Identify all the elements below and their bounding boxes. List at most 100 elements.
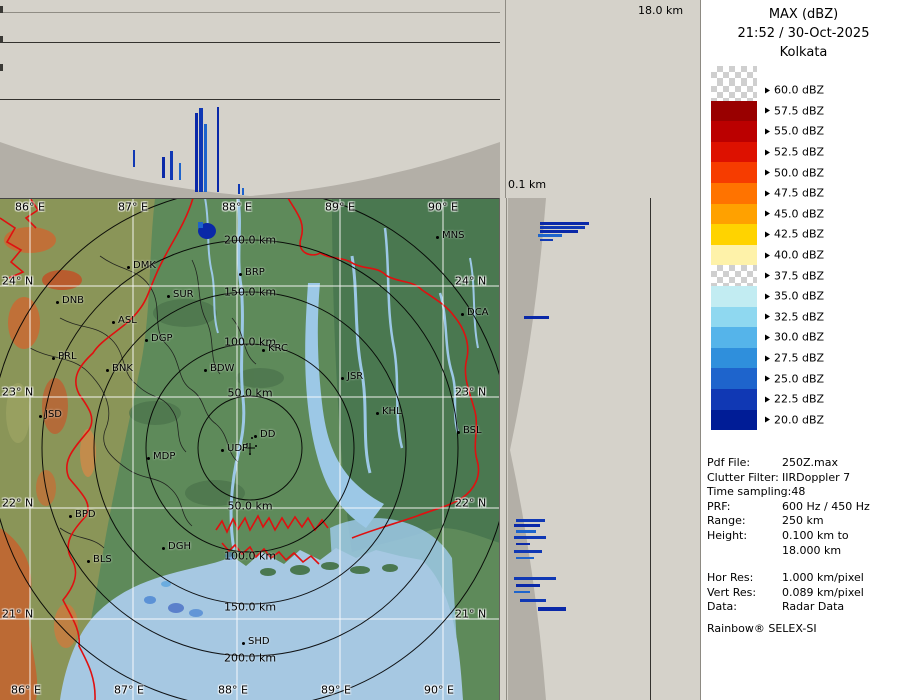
height-axis-max-label: 18.0 km bbox=[638, 5, 683, 16]
echo-bar-vertical bbox=[195, 113, 198, 192]
legend-swatch bbox=[711, 286, 757, 307]
legend-swatch bbox=[711, 410, 757, 431]
legend-pointer-icon bbox=[765, 190, 770, 196]
echo-bar-vertical bbox=[133, 150, 135, 167]
product-title: MAX (dBZ) bbox=[701, 5, 906, 24]
metadata-value: 0.100 km to bbox=[782, 529, 849, 542]
metadata-value: 600 Hz / 450 Hz bbox=[782, 500, 870, 513]
legend-entry-label: 45.0 dBZ bbox=[765, 207, 824, 220]
echo-bar-horizontal bbox=[538, 234, 562, 237]
legend-swatch bbox=[711, 389, 757, 410]
legend-swatch bbox=[711, 121, 757, 142]
legend-entry: 40.0 dBZ bbox=[711, 245, 901, 266]
legend-entry-label: 27.5 dBZ bbox=[765, 352, 824, 365]
echo-bar-horizontal bbox=[514, 591, 530, 593]
legend-swatch bbox=[711, 327, 757, 348]
echo-bar-horizontal bbox=[514, 536, 546, 539]
legend-entry-label: 57.5 dBZ bbox=[765, 104, 824, 117]
metadata-label: Time sampling: bbox=[707, 485, 791, 500]
legend-swatch bbox=[711, 348, 757, 369]
legend-entry: 30.0 dBZ bbox=[711, 327, 901, 348]
legend-entry-label: 40.0 dBZ bbox=[765, 249, 824, 262]
legend-entry: 60.0 dBZ bbox=[711, 80, 901, 101]
legend-entry: 22.5 dBZ bbox=[711, 389, 901, 410]
software-brand: Rainbow® SELEX-SI bbox=[707, 622, 903, 635]
legend-swatch bbox=[711, 265, 757, 286]
legend-swatch bbox=[711, 142, 757, 163]
legend-entry-label: 25.0 dBZ bbox=[765, 372, 824, 385]
echo-bar-vertical bbox=[204, 124, 207, 192]
echo-bar-vertical bbox=[238, 184, 240, 194]
side-projection-panel bbox=[506, 198, 706, 700]
legend-pointer-icon bbox=[765, 396, 770, 402]
legend-pointer-icon bbox=[765, 149, 770, 155]
map-canvas bbox=[0, 198, 500, 700]
metadata-label: Clutter Filter: bbox=[707, 471, 782, 486]
vertical-projection-panel bbox=[0, 0, 506, 198]
metadata-value: 18.000 km bbox=[782, 544, 841, 557]
legend-entry: 47.5 dBZ bbox=[711, 183, 901, 204]
echo-bar-horizontal bbox=[516, 557, 534, 559]
legend-entry-label: 22.5 dBZ bbox=[765, 393, 824, 406]
legend-pointer-icon bbox=[765, 417, 770, 423]
metadata-value: 250 km bbox=[782, 514, 824, 527]
metadata-value: 1.000 km/pixel bbox=[782, 571, 864, 584]
legend-swatch bbox=[711, 183, 757, 204]
legend-pointer-icon bbox=[765, 314, 770, 320]
legend-pointer-icon bbox=[765, 334, 770, 340]
legend-pointer-icon bbox=[765, 355, 770, 361]
echo-bar-horizontal bbox=[540, 222, 589, 225]
echo-bar-vertical bbox=[179, 163, 181, 180]
metadata-label: Height: bbox=[707, 529, 782, 544]
legend-entry: 37.5 dBZ bbox=[711, 265, 901, 286]
legend-entry-label: 47.5 dBZ bbox=[765, 187, 824, 200]
legend-entry-label: 20.0 dBZ bbox=[765, 413, 824, 426]
metadata-row: Range:250 km bbox=[707, 514, 903, 529]
echo-bar-horizontal bbox=[516, 543, 530, 545]
beam-blind-wedge-side bbox=[508, 198, 546, 700]
echo-bar-vertical bbox=[199, 108, 203, 192]
echo-bar-horizontal bbox=[540, 226, 585, 229]
legend-entry-label: 32.5 dBZ bbox=[765, 310, 824, 323]
legend-swatch bbox=[711, 224, 757, 245]
legend-pointer-icon bbox=[765, 293, 770, 299]
echo-bar-horizontal bbox=[524, 316, 549, 319]
metadata-label: Vert Res: bbox=[707, 586, 782, 601]
echo-bar-vertical bbox=[162, 157, 165, 178]
legend-pointer-icon bbox=[765, 252, 770, 258]
legend-pointer-icon bbox=[765, 108, 770, 114]
metadata-row: Data:Radar Data bbox=[707, 600, 903, 615]
legend-color-scale: 60.0 dBZ57.5 dBZ55.0 dBZ52.5 dBZ50.0 dBZ… bbox=[711, 66, 901, 446]
metadata-block: Pdf File:250Z.maxClutter Filter:IIRDoppl… bbox=[707, 456, 903, 635]
metadata-value: 48 bbox=[791, 485, 805, 498]
beam-blind-wedge bbox=[0, 142, 500, 198]
legend-scale-cap bbox=[711, 66, 757, 80]
metadata-label: PRF: bbox=[707, 500, 782, 515]
metadata-label: Pdf File: bbox=[707, 456, 782, 471]
echo-bar-horizontal bbox=[514, 550, 542, 553]
legend-entry-label: 30.0 dBZ bbox=[765, 331, 824, 344]
metadata-label: Range: bbox=[707, 514, 782, 529]
metadata-value: 0.089 km/pixel bbox=[782, 586, 864, 599]
legend-swatch bbox=[711, 307, 757, 328]
legend-entry: 55.0 dBZ bbox=[711, 121, 901, 142]
legend-panel: MAX (dBZ) 21:52 / 30-Oct-2025 Kolkata 60… bbox=[700, 0, 906, 700]
legend-swatch bbox=[711, 368, 757, 389]
echo-bar-horizontal bbox=[516, 519, 545, 522]
echo-bar-horizontal bbox=[538, 607, 566, 611]
legend-entry-label: 42.5 dBZ bbox=[765, 228, 824, 241]
metadata-rows: Pdf File:250Z.maxClutter Filter:IIRDoppl… bbox=[707, 456, 903, 615]
metadata-row: Time sampling:48 bbox=[707, 485, 903, 500]
metadata-value: 250Z.max bbox=[782, 456, 838, 469]
legend-entry: 45.0 dBZ bbox=[711, 204, 901, 225]
legend-entry: 25.0 dBZ bbox=[711, 368, 901, 389]
legend-pointer-icon bbox=[765, 170, 770, 176]
legend-entry: 42.5 dBZ bbox=[711, 224, 901, 245]
legend-title-block: MAX (dBZ) 21:52 / 30-Oct-2025 Kolkata bbox=[701, 0, 906, 62]
radar-display-window: 18.0 km 0.1 km 86° E86° E87° E87° E88° E… bbox=[0, 0, 906, 700]
metadata-row: 18.000 km bbox=[707, 544, 903, 559]
legend-entry: 52.5 dBZ bbox=[711, 142, 901, 163]
legend-entry-label: 37.5 dBZ bbox=[765, 269, 824, 282]
echo-bar-vertical bbox=[242, 188, 244, 195]
legend-entry: 57.5 dBZ bbox=[711, 101, 901, 122]
